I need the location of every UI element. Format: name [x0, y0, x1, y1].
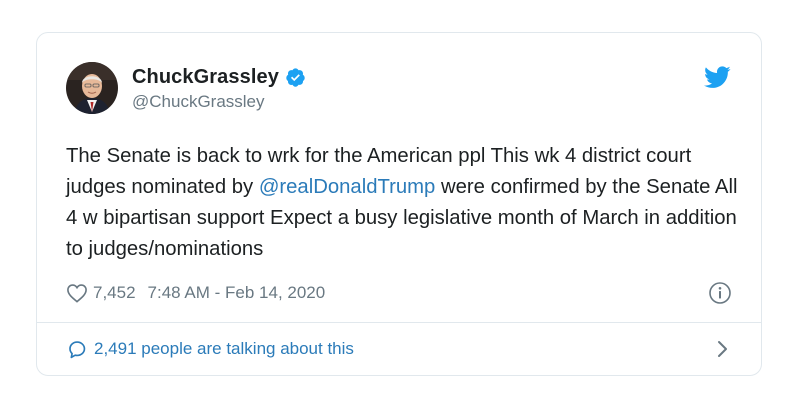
- tweet-header: ChuckGrassley @ChuckGrassley: [66, 62, 732, 120]
- tweet-meta: 7,452 7:48 AM - Feb 14, 2020: [66, 280, 732, 306]
- tweet-text: The Senate is back to wrk for the Americ…: [66, 141, 746, 265]
- tweet-card: ChuckGrassley @ChuckGrassley The Senate …: [36, 32, 762, 376]
- mention-link[interactable]: @realDonaldTrump: [259, 176, 436, 198]
- speech-bubble-icon: [69, 340, 86, 358]
- author-handle[interactable]: @ChuckGrassley: [132, 92, 306, 112]
- heart-icon[interactable]: [66, 283, 88, 303]
- display-name[interactable]: ChuckGrassley: [132, 66, 279, 89]
- verified-badge-icon: [286, 67, 305, 87]
- timestamp[interactable]: 7:48 AM - Feb 14, 2020: [148, 283, 326, 303]
- display-name-row: ChuckGrassley: [132, 64, 306, 90]
- author-names: ChuckGrassley @ChuckGrassley: [132, 64, 306, 112]
- conversation-label: 2,491 people are talking about this: [94, 339, 354, 358]
- conversation-link[interactable]: 2,491 people are talking about this: [66, 323, 732, 375]
- info-icon[interactable]: [708, 281, 732, 305]
- avatar[interactable]: [66, 62, 118, 114]
- like-count[interactable]: 7,452: [93, 283, 136, 303]
- chevron-right-icon: [718, 341, 727, 357]
- twitter-bird-icon[interactable]: [704, 66, 731, 89]
